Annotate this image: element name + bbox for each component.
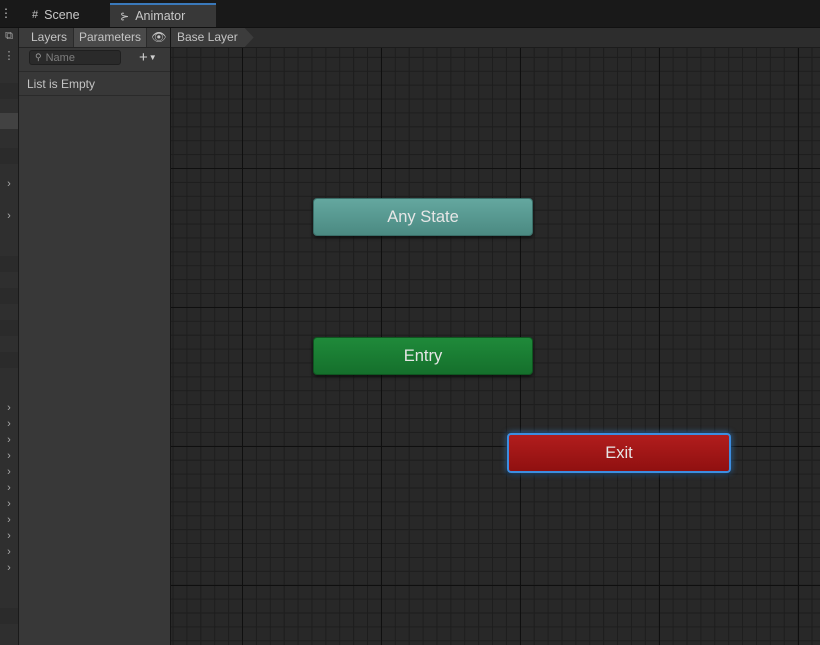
state-node-exit[interactable]: Exit	[507, 433, 731, 473]
expand-arrow-icon[interactable]: ›	[0, 480, 18, 496]
search-icon: ⚲	[35, 52, 42, 62]
expand-arrow-icon[interactable]: ›	[0, 432, 18, 448]
divider	[19, 95, 170, 96]
window-tab-bar: ⋮ # Scene ⊱ Animator	[0, 0, 820, 28]
expand-arrow-icon[interactable]: ›	[0, 496, 18, 512]
expand-arrow-icon[interactable]: ›	[0, 544, 18, 560]
eye-icon[interactable]: 👁	[149, 28, 169, 47]
maximize-icon[interactable]: ⧉	[0, 28, 18, 44]
animator-icon: ⊱	[120, 10, 130, 23]
breadcrumb-base-layer[interactable]: Base Layer	[171, 28, 254, 47]
parameter-search-field[interactable]: ⚲	[29, 50, 121, 65]
strip-row	[0, 256, 18, 272]
parameters-panel: Layers Parameters 👁 ⚲ + ▼ List is Empty	[19, 28, 171, 645]
state-node-any-state[interactable]: Any State	[313, 198, 533, 236]
strip-row	[0, 83, 18, 99]
expand-arrow-icon[interactable]: ›	[0, 464, 18, 480]
tab-animator-label: Animator	[135, 9, 186, 23]
tab-menu-dots-icon[interactable]: ⋮	[0, 0, 12, 27]
parameter-search-input[interactable]	[45, 51, 112, 64]
hierarchy-strip: ⧉ ⋮ › › › › › › › › › › › › ›	[0, 28, 19, 645]
parameters-panel-tabs: Layers Parameters 👁	[19, 28, 170, 48]
strip-row	[0, 288, 18, 304]
expand-arrow-icon[interactable]: ›	[0, 400, 18, 416]
strip-row	[0, 320, 18, 336]
tab-layers[interactable]: Layers	[26, 28, 72, 47]
tab-scene[interactable]: # Scene	[22, 3, 110, 27]
expand-arrow-icon[interactable]: ›	[0, 448, 18, 464]
animator-graph-canvas[interactable]: Any State Entry Exit	[171, 48, 820, 645]
expand-arrow-icon[interactable]: ›	[0, 528, 18, 544]
strip-row	[0, 608, 18, 624]
strip-row	[0, 148, 18, 164]
expand-arrow-icon[interactable]: ›	[0, 560, 18, 576]
empty-list-label: List is Empty	[27, 77, 96, 91]
plus-icon: +	[139, 49, 148, 66]
tab-scene-label: Scene	[44, 8, 80, 22]
strip-row-selected[interactable]	[0, 113, 18, 129]
expand-arrow-icon[interactable]: ›	[0, 512, 18, 528]
strip-row	[0, 352, 18, 368]
grid-icon: #	[32, 9, 39, 21]
tab-animator[interactable]: ⊱ Animator	[110, 3, 216, 27]
expand-arrow-icon[interactable]: ›	[0, 208, 18, 224]
strip-menu-dots-icon[interactable]: ⋮	[0, 48, 18, 64]
tab-parameters[interactable]: Parameters	[73, 28, 147, 47]
expand-arrow-icon[interactable]: ›	[0, 416, 18, 432]
add-parameter-button[interactable]: + ▼	[139, 50, 167, 66]
dropdown-caret-icon: ▼	[148, 53, 157, 62]
breadcrumb: Base Layer	[171, 28, 820, 48]
divider	[19, 71, 170, 72]
state-node-entry[interactable]: Entry	[313, 337, 533, 375]
expand-arrow-icon[interactable]: ›	[0, 176, 18, 192]
